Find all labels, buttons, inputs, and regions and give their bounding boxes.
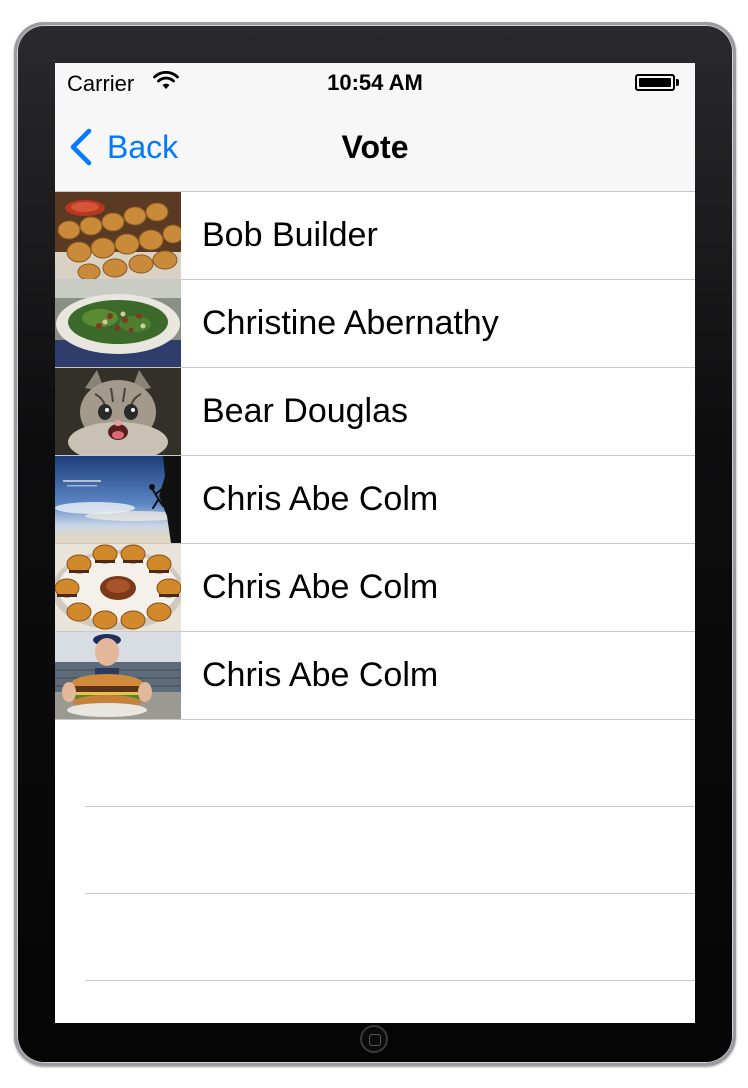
row-label: Chris Abe Colm (202, 480, 439, 518)
list-item[interactable]: Christine Abernathy (55, 280, 695, 368)
status-bar: Carrier 10:54 AM (55, 63, 695, 103)
navigation-bar: Back Vote (55, 103, 695, 192)
list-item[interactable]: Chris Abe Colm (55, 632, 695, 720)
list-item[interactable]: Chris Abe Colm (55, 456, 695, 544)
screen: Carrier 10:54 AM Back Vote Bob Builder C… (55, 63, 695, 1023)
kitten-photo (55, 368, 181, 455)
rock-climber-photo (55, 456, 181, 543)
list-item[interactable]: Bob Builder (55, 192, 695, 280)
row-separator (85, 980, 695, 981)
row-label: Chris Abe Colm (202, 656, 439, 694)
status-time: 10:54 AM (327, 70, 423, 95)
list-item[interactable]: Bear Douglas (55, 368, 695, 456)
chicken-nuggets-photo (55, 192, 181, 279)
battery-full-icon (635, 74, 679, 91)
page-title: Vote (341, 129, 409, 165)
candidate-list: Bob Builder Christine Abernathy Bear Dou… (55, 192, 695, 981)
giant-burger-photo (55, 632, 181, 719)
list-item[interactable]: Chris Abe Colm (55, 544, 695, 632)
empty-row (55, 807, 695, 894)
row-label: Bear Douglas (202, 392, 409, 430)
row-label: Chris Abe Colm (202, 568, 439, 606)
row-label: Christine Abernathy (202, 304, 499, 342)
salad-photo (55, 280, 181, 367)
row-label: Bob Builder (202, 216, 378, 254)
empty-row (55, 720, 695, 807)
empty-row (55, 894, 695, 981)
slider-burgers-photo (55, 544, 181, 631)
home-button[interactable] (360, 1025, 388, 1053)
